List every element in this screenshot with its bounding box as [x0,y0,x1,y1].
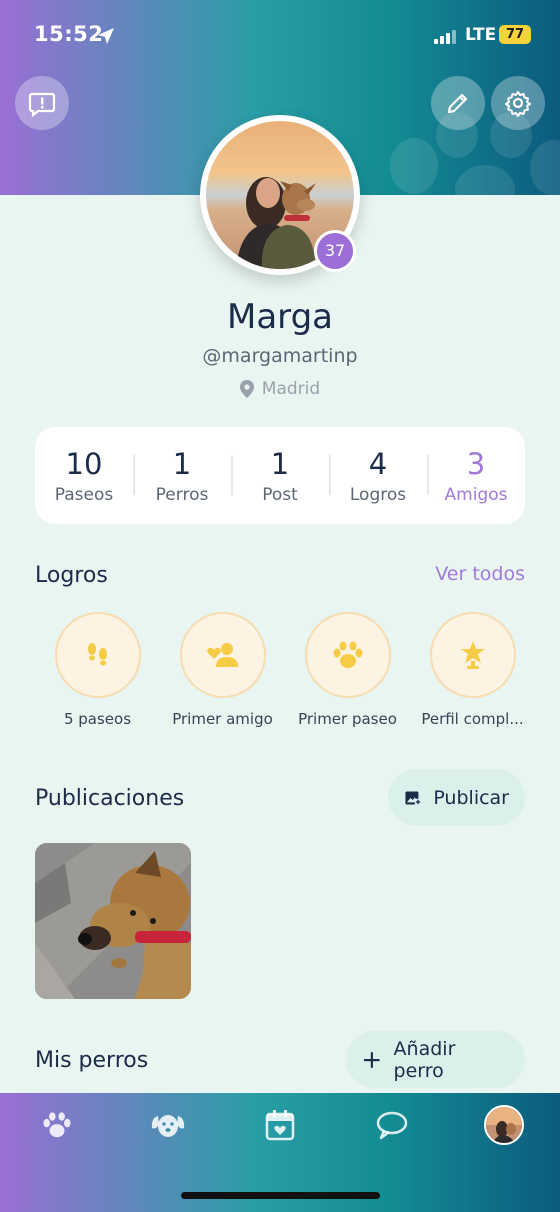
plus-icon [363,1051,380,1068]
network-type: LTE [465,25,497,45]
report-button[interactable] [15,76,69,130]
nav-messages[interactable] [372,1105,412,1145]
stat-value: 1 [172,446,192,481]
stat-value: 3 [466,446,486,481]
nav-walks[interactable] [37,1105,77,1145]
stat-value: 4 [368,446,388,481]
achievement-item[interactable]: Primer paseo [285,612,410,728]
chat-icon [376,1111,408,1140]
stat-logros[interactable]: 4 Logros [329,447,427,505]
nav-dogs[interactable] [148,1105,188,1145]
paw-decoration [455,165,515,195]
achievement-label: Primer paseo [298,710,397,728]
stat-label: Perros [155,484,209,505]
my-dogs-title: Mis perros [35,1048,149,1073]
profile-location: Madrid [0,379,560,399]
nav-calendar[interactable] [260,1105,300,1145]
post-thumbnail[interactable] [35,843,191,999]
paw-icon [43,1112,71,1138]
publish-button[interactable]: Publicar [388,769,525,826]
publish-label: Publicar [433,786,509,809]
stat-post[interactable]: 1 Post [231,447,329,505]
achievement-badge [304,612,391,698]
achievement-badge [429,612,516,698]
friends-icon [206,643,238,667]
level-badge: 37 [314,230,356,272]
add-dog-button[interactable]: Añadir perro [346,1031,525,1088]
stat-label: Amigos [444,484,508,505]
profile-name: Marga [227,297,333,337]
status-bar: 15:52 LTE 77 [0,0,560,72]
stat-label: Paseos [54,484,114,505]
dog-icon [151,1115,185,1137]
paw-decoration [390,138,438,194]
profile-username: @margamartinp [202,345,358,367]
stat-label: Logros [349,484,407,505]
home-indicator [181,1192,380,1199]
stat-label: Post [262,484,298,505]
achievement-label: Primer amigo [172,710,273,728]
stats-card: 10 Paseos 1 Perros 1 Post 4 Logros 3 Ami… [35,427,525,524]
achievement-item[interactable]: 5 paseos [35,612,160,728]
location-label: Madrid [261,379,321,399]
settings-button[interactable] [491,76,545,130]
posts-title: Publicaciones [35,786,185,811]
achievement-label: 5 paseos [63,710,132,728]
cell-signal-icon [434,28,456,44]
calendar-icon [265,1110,295,1141]
nav-profile-avatar [484,1105,524,1145]
pencil-icon [447,93,468,114]
nav-profile[interactable] [484,1105,524,1145]
add-dog-label: Añadir perro [393,1037,456,1082]
footprints-icon [87,643,107,666]
battery-indicator: 77 [499,25,531,44]
stat-perros[interactable]: 1 Perros [133,447,231,505]
achievements-title: Logros [35,563,108,588]
achievement-item[interactable]: Perfil compl... [410,612,535,728]
location-arrow-icon [98,28,114,44]
stat-value: 10 [65,446,103,481]
stat-value: 1 [270,446,290,481]
map-pin-icon [239,380,254,398]
achievement-badge [179,612,266,698]
edit-profile-button[interactable] [431,76,485,130]
achievement-label: Perfil compl... [421,710,524,728]
achievements-list: 5 paseos Primer amigo Primer paseo Perfi… [35,612,535,728]
achievement-item[interactable]: Primer amigo [160,612,285,728]
status-time: 15:52 [34,22,104,46]
paw-decoration [530,140,560,195]
paw-icon [333,641,362,668]
stat-amigos[interactable]: 3 Amigos [427,447,525,505]
trophy-icon [460,641,485,669]
achievement-badge [54,612,141,698]
add-photo-icon [405,791,422,805]
see-all-achievements-link[interactable]: Ver todos [435,563,525,585]
gear-icon [505,91,531,117]
stat-paseos[interactable]: 10 Paseos [35,447,133,505]
feedback-icon [28,92,56,117]
